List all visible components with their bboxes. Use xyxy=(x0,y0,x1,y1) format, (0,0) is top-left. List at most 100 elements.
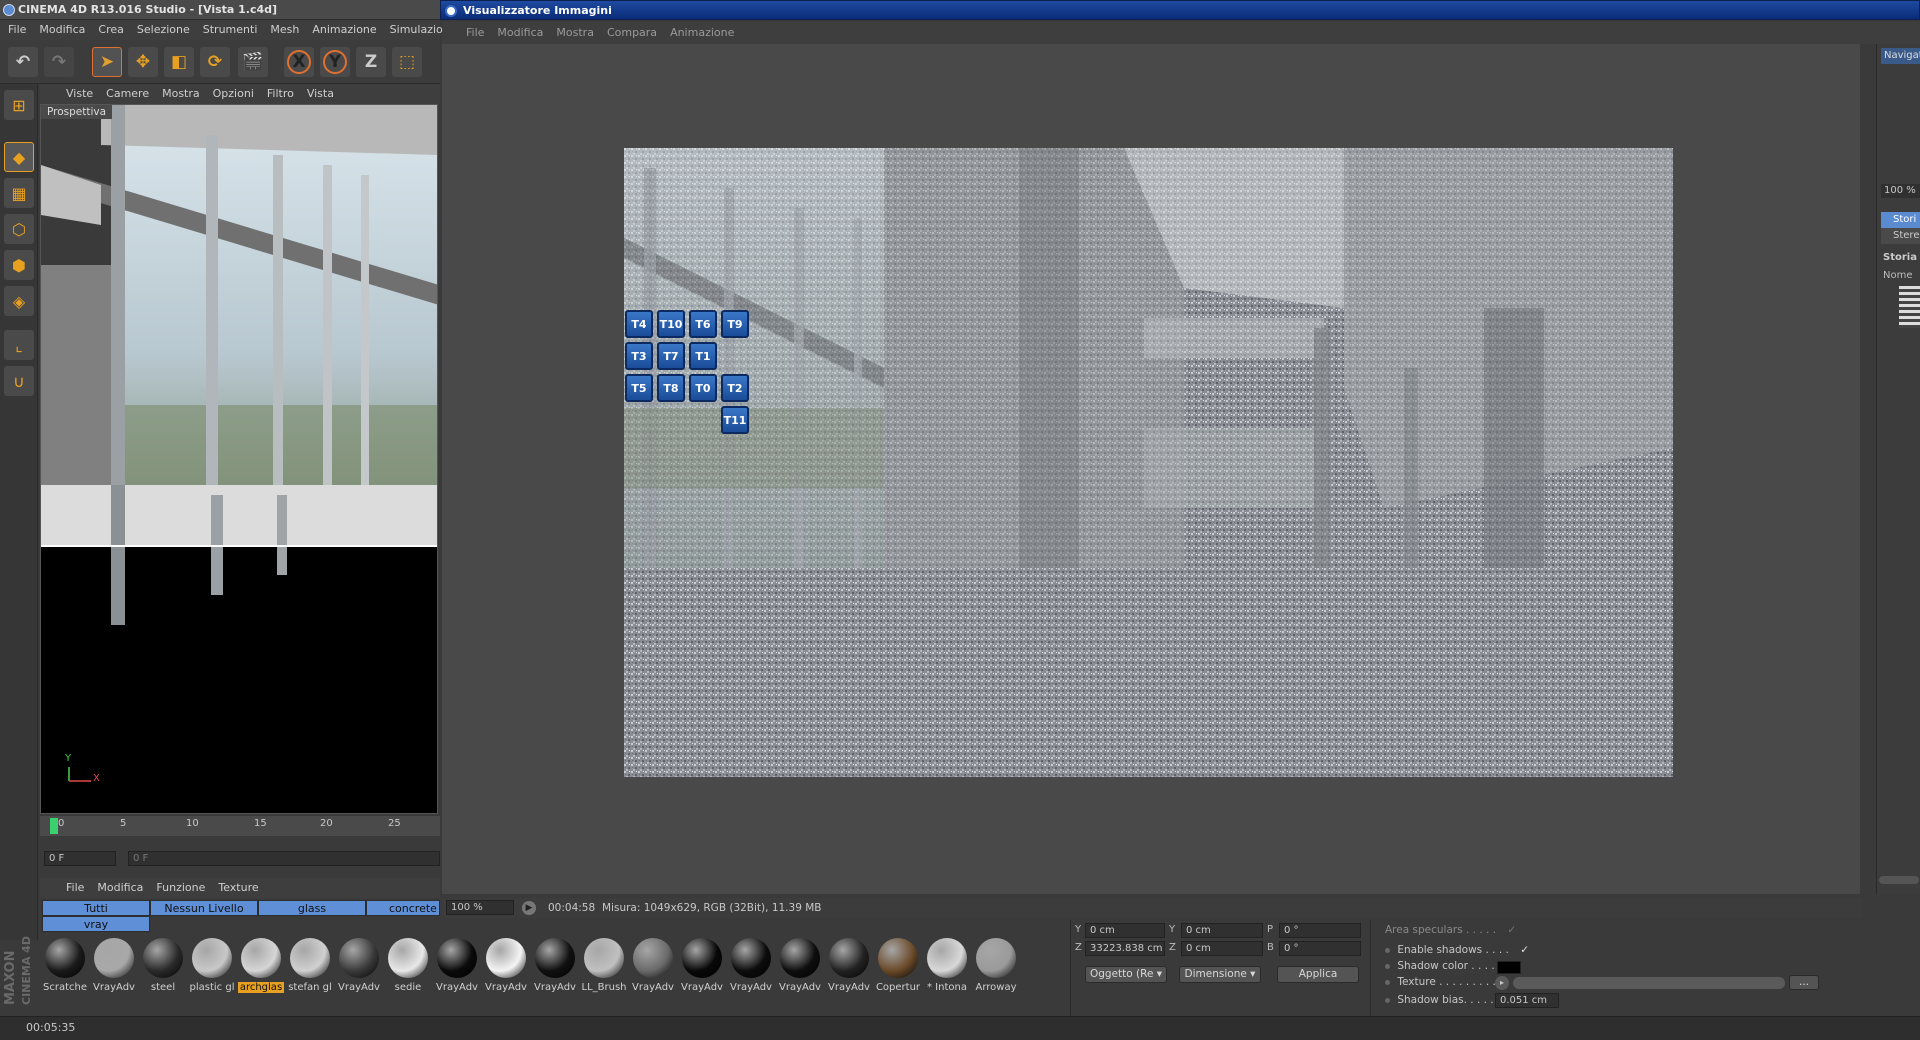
menu-modifica[interactable]: Modifica xyxy=(39,20,85,40)
animate-dot-icon[interactable] xyxy=(1385,947,1390,953)
material-swatch[interactable]: sedie xyxy=(385,936,431,998)
size-y-field[interactable]: 0 cm xyxy=(1181,923,1263,938)
iv-menu-mostra[interactable]: Mostra xyxy=(556,22,594,44)
material-swatch[interactable]: VrayAdv xyxy=(679,936,725,998)
rotation-p-field[interactable]: 0 ° xyxy=(1279,923,1361,938)
area-speculars-checkbox[interactable]: ✓ xyxy=(1507,924,1516,936)
iv-menu-compara[interactable]: Compara xyxy=(607,22,657,44)
enable-shadows-checkbox[interactable]: ✓ xyxy=(1520,944,1529,956)
material-swatch[interactable]: Arroway xyxy=(973,936,1019,998)
texture-mode-icon[interactable]: ▦ xyxy=(4,178,34,208)
material-swatch[interactable]: Scratche xyxy=(42,936,88,998)
tab-concrete[interactable]: concrete xyxy=(366,900,440,916)
size-z-field[interactable]: 0 cm xyxy=(1181,941,1263,956)
material-swatch[interactable]: archglas xyxy=(238,936,284,998)
side-scrollbar[interactable] xyxy=(1879,876,1919,884)
play-icon[interactable]: ▶ xyxy=(522,901,536,915)
apply-button[interactable]: Applica xyxy=(1277,966,1359,983)
menu-crea[interactable]: Crea xyxy=(98,20,123,40)
undo-icon[interactable]: ↶ xyxy=(8,47,38,77)
texture-slot[interactable] xyxy=(1513,977,1785,989)
shadow-color-swatch[interactable] xyxy=(1497,961,1521,974)
timeline-playhead[interactable] xyxy=(50,818,58,834)
texture-more-button[interactable]: ... xyxy=(1789,975,1819,990)
scale-icon[interactable]: ◧ xyxy=(164,47,194,77)
material-swatch[interactable]: * Intona xyxy=(924,936,970,998)
position-z-field[interactable]: 33223.838 cm xyxy=(1085,941,1165,956)
iv-menu-file[interactable]: File xyxy=(466,22,484,44)
polygons-mode-icon[interactable]: ◈ xyxy=(4,286,34,316)
tab-vray[interactable]: vray xyxy=(42,916,150,932)
history-thumbnail[interactable] xyxy=(1899,286,1920,328)
menu-animazione[interactable]: Animazione xyxy=(312,20,376,40)
iv-menu-animazione[interactable]: Animazione xyxy=(670,22,734,44)
material-menu-modifica[interactable]: Modifica xyxy=(97,878,143,898)
timeline-ruler[interactable]: 0 5 10 15 20 25 xyxy=(40,816,440,836)
viewport-menu-camere[interactable]: Camere xyxy=(106,84,149,104)
live-selection-icon[interactable]: ➤ xyxy=(92,47,122,77)
z-axis-lock-icon[interactable]: Z xyxy=(356,47,386,77)
material-swatch[interactable]: VrayAdv xyxy=(630,936,676,998)
viewport-menu-filtro[interactable]: Filtro xyxy=(267,84,294,104)
axis-mode-icon[interactable]: ⌞ xyxy=(4,330,34,360)
y-axis-lock-icon[interactable]: Y xyxy=(320,47,350,77)
rotation-b-field[interactable]: 0 ° xyxy=(1279,941,1361,956)
x-axis-lock-icon[interactable]: X xyxy=(284,47,314,77)
material-swatch[interactable]: VrayAdv xyxy=(434,936,480,998)
material-swatch[interactable]: Copertur xyxy=(875,936,921,998)
iv-menu-modifica[interactable]: Modifica xyxy=(497,22,543,44)
make-editable-icon[interactable]: ⊞ xyxy=(4,90,34,120)
perspective-viewport[interactable]: Prospettiva Y X xyxy=(40,104,438,814)
material-swatch[interactable]: VrayAdv xyxy=(91,936,137,998)
animate-dot-icon[interactable] xyxy=(1385,963,1390,969)
material-menu-funzione[interactable]: Funzione xyxy=(156,878,205,898)
menu-file[interactable]: File xyxy=(8,20,26,40)
position-y-field[interactable]: 0 cm xyxy=(1085,923,1165,938)
material-swatch[interactable]: steel xyxy=(140,936,186,998)
points-mode-icon[interactable]: ⬡ xyxy=(4,214,34,244)
material-swatch[interactable]: VrayAdv xyxy=(826,936,872,998)
tab-glass[interactable]: glass xyxy=(258,900,366,916)
coordinate-mode-dropdown[interactable]: Oggetto (Re ▾ xyxy=(1085,966,1167,983)
material-menu-texture[interactable]: Texture xyxy=(218,878,258,898)
edges-mode-icon[interactable]: ⬢ xyxy=(4,250,34,280)
tab-nessun-livello[interactable]: Nessun Livello xyxy=(150,900,258,916)
coordinate-system-icon[interactable]: ⬚ xyxy=(392,47,422,77)
material-swatch[interactable]: VrayAdv xyxy=(336,936,382,998)
viewport-menu-mostra[interactable]: Mostra xyxy=(162,84,200,104)
viewport-menu-opzioni[interactable]: Opzioni xyxy=(213,84,254,104)
tab-navigator[interactable]: Navigat xyxy=(1881,48,1920,64)
material-swatch[interactable]: VrayAdv xyxy=(728,936,774,998)
material-swatch[interactable]: VrayAdv xyxy=(777,936,823,998)
material-swatch[interactable]: stefan gl xyxy=(287,936,333,998)
viewport-menu-viste[interactable]: Viste xyxy=(66,84,93,104)
current-frame-field[interactable]: 0 F xyxy=(44,851,116,866)
texture-expand-icon[interactable]: ▸ xyxy=(1495,976,1509,990)
material-swatch[interactable]: LL_Brush xyxy=(581,936,627,998)
viewport-menu-vista[interactable]: Vista xyxy=(307,84,334,104)
animate-dot-icon[interactable] xyxy=(1385,979,1390,985)
render-active-view-icon[interactable]: 🎬 xyxy=(238,47,268,77)
redo-icon[interactable]: ↷ xyxy=(44,47,74,77)
snap-magnet-icon[interactable]: ∪ xyxy=(4,366,34,396)
shadow-bias-field[interactable]: 0.051 cm xyxy=(1495,993,1559,1008)
rotate-icon[interactable]: ⟳ xyxy=(200,47,230,77)
tab-tutti[interactable]: Tutti xyxy=(42,900,150,916)
move-icon[interactable]: ✥ xyxy=(128,47,158,77)
iv-zoom-dropdown[interactable]: 100 % xyxy=(446,900,514,915)
material-menu-file[interactable]: File xyxy=(66,878,84,898)
frame-range-field[interactable]: 0 F xyxy=(128,851,440,866)
tab-storia[interactable]: Stori xyxy=(1881,212,1920,228)
material-swatch[interactable]: VrayAdv xyxy=(532,936,578,998)
navigator-zoom-field[interactable]: 100 % xyxy=(1881,184,1920,198)
material-swatch[interactable]: plastic gl xyxy=(189,936,235,998)
animate-dot-icon[interactable] xyxy=(1385,997,1390,1003)
model-mode-icon[interactable]: ◆ xyxy=(4,142,34,172)
size-mode-dropdown[interactable]: Dimensione ▾ xyxy=(1179,966,1261,983)
material-swatch[interactable]: VrayAdv xyxy=(483,936,529,998)
menu-strumenti[interactable]: Strumenti xyxy=(203,20,258,40)
menu-mesh[interactable]: Mesh xyxy=(270,20,299,40)
material-preview-sphere xyxy=(339,938,379,978)
tab-stereo[interactable]: Stere xyxy=(1881,228,1920,244)
menu-selezione[interactable]: Selezione xyxy=(137,20,190,40)
